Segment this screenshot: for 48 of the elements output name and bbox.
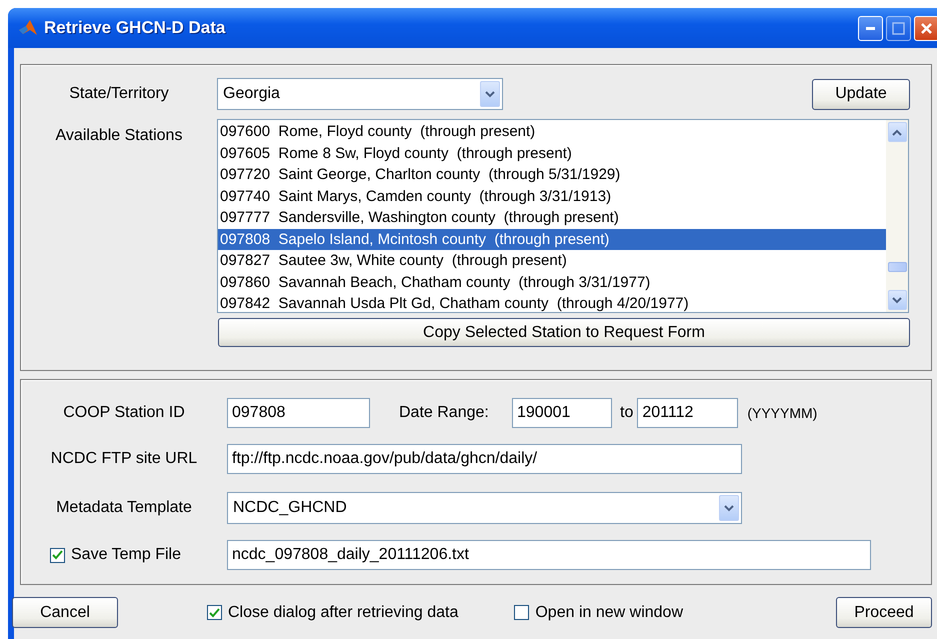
checkbox[interactable] — [207, 605, 222, 620]
date-to-field[interactable]: 201112 — [637, 398, 738, 428]
station-item[interactable]: 097777 Sandersville, Washington county (through present) — [218, 207, 886, 228]
minimize-icon — [866, 26, 875, 30]
checkbox[interactable] — [50, 548, 65, 562]
template-label: Metadata Template — [55, 499, 193, 517]
app-logo-icon — [18, 18, 38, 38]
url-label: NCDC FTP site URL — [50, 450, 198, 468]
checkbox-label: Close dialog after retrieving data — [228, 604, 458, 622]
close-button[interactable] — [914, 16, 937, 40]
station-id-field[interactable]: 097808 — [227, 398, 370, 428]
station-item[interactable]: 097600 Rome, Floyd county (through present) — [218, 121, 886, 142]
station-item[interactable]: 097827 Sautee 3w, White county (through present) — [218, 250, 886, 272]
scroll-up-icon — [892, 128, 902, 136]
update-button[interactable]: Update — [812, 78, 910, 110]
stations-label: Available Stations — [54, 127, 184, 145]
station-item[interactable]: 097808 Sapelo Island, Mcintosh county (through present) — [218, 228, 886, 250]
scrollbar[interactable] — [886, 120, 908, 312]
date-from-field[interactable]: 190001 — [512, 398, 612, 428]
temp-file-field[interactable]: ncdc_097808_daily_20111206.txt — [227, 540, 871, 570]
state-label: State/Territory — [68, 85, 170, 103]
station-id-label: COOP Station ID — [62, 404, 186, 422]
date-range-label: Date Range: — [399, 404, 490, 422]
station-item[interactable]: 097860 Savannah Beach, Chatham county (through 3/31/1977) — [218, 272, 886, 293]
caret-icon — [485, 90, 495, 98]
date-format-label: (YYYYMM) — [747, 405, 818, 421]
state-dropdown[interactable]: Georgia — [217, 78, 503, 110]
scroll-thumb[interactable] — [888, 262, 906, 272]
checkbox-label: Save Temp File — [71, 546, 181, 564]
window-title: Retrieve GHCN-D Data — [44, 18, 226, 38]
to-label: to — [620, 404, 634, 422]
template-dropdown[interactable]: NCDC_GHCND — [227, 492, 742, 524]
checkbox[interactable] — [514, 605, 530, 620]
maximize-button[interactable] — [886, 16, 911, 40]
scroll-down-icon — [892, 296, 902, 304]
station-item[interactable]: 097842 Savannah Usda Plt Gd, Chatham county (through 4/20/1977) — [218, 293, 886, 312]
caret-icon — [724, 504, 734, 512]
maximize-icon — [892, 22, 905, 34]
close-icon — [920, 22, 933, 34]
station-item[interactable]: 097740 Saint Marys, Camden county (through 3/31/1913) — [218, 186, 886, 207]
cancel-button[interactable]: Cancel — [12, 597, 118, 628]
url-field[interactable]: ftp://ftp.ncdc.noaa.gov/pub/data/ghcn/daily/ — [227, 444, 742, 474]
checkbox-label: Open in new window — [535, 604, 683, 622]
proceed-button[interactable]: Proceed — [836, 597, 932, 628]
station-item[interactable]: 097720 Saint George, Charlton county (through 5/31/1929) — [218, 164, 886, 186]
minimize-button[interactable] — [858, 16, 883, 40]
station-item[interactable]: 097605 Rome 8 Sw, Floyd county (through present) — [218, 142, 886, 164]
copy-station-button[interactable]: Copy Selected Station to Request Form — [218, 318, 910, 347]
